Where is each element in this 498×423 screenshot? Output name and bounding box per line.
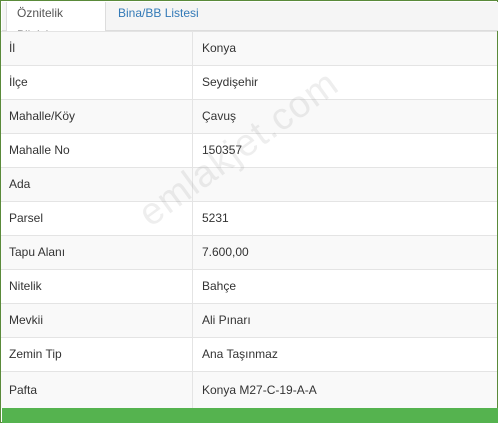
row-label: Ada [1,168,193,201]
tab-bar: Öznitelik Bilgisi Bina/BB Listesi [2,2,498,42]
table-row: Mevkii Ali Pınarı [1,303,497,337]
row-label: Mahalle No [1,134,193,167]
table-row: İlçe Seydişehir [1,65,497,99]
row-value: 5231 [202,211,229,225]
row-label: İl [1,32,193,65]
table-row: Parsel 5231 [1,201,497,235]
table-row: Pafta Konya M27-C-19-A-A [1,371,497,409]
tab-attribute-info[interactable]: Öznitelik Bilgisi [6,2,106,42]
row-value [193,168,497,201]
row-value: Çavuş [202,109,237,123]
row-value: 150357 [202,143,243,157]
bottom-bar [2,408,498,423]
row-label: Pafta [1,372,193,409]
row-label: Parsel [1,202,193,235]
tab-building-list[interactable]: Bina/BB Listesi [108,2,209,32]
row-label: İlçe [1,66,193,99]
row-value: Bahçe [202,279,237,293]
row-value: Konya [202,41,237,55]
row-label: Mahalle/Köy [1,100,193,133]
table-row: Nitelik Bahçe [1,269,497,303]
row-value: Konya M27-C-19-A-A [202,383,317,397]
table-row: Zemin Tip Ana Taşınmaz [1,337,497,371]
row-label: Mevkii [1,304,193,337]
row-value: Ali Pınarı [202,313,251,327]
row-label: Tapu Alanı [1,236,193,269]
table-row: Ada [1,167,497,201]
table-row: İl Konya [1,31,497,65]
row-value: Seydişehir [202,75,259,89]
row-label: Zemin Tip [1,338,193,371]
table-row: Tapu Alanı 7.600,00 [1,235,497,269]
row-value: 7.600,00 [202,245,249,259]
attribute-panel: Öznitelik Bilgisi Bina/BB Listesi İl Kon… [0,0,498,423]
row-label: Nitelik [1,270,193,303]
table-row: Mahalle/Köy Çavuş [1,99,497,133]
table-row: Mahalle No 150357 [1,133,497,167]
row-value: Ana Taşınmaz [202,347,278,361]
